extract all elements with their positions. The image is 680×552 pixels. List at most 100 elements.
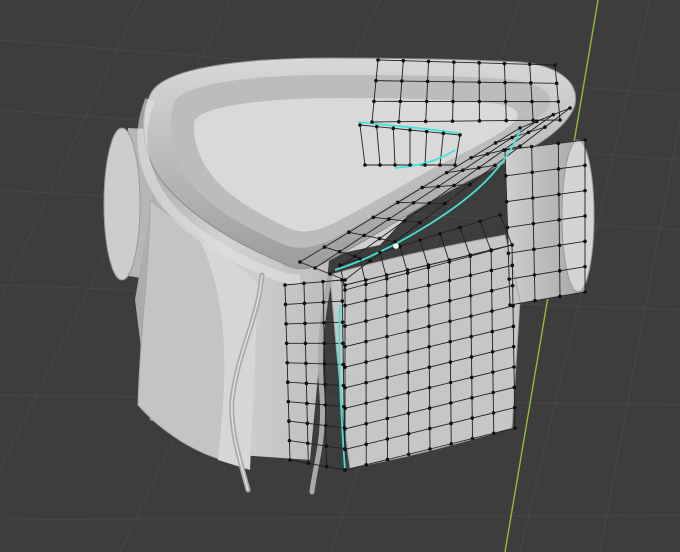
vertex-dot-icon: [468, 182, 472, 187]
vertex-dot-icon: [557, 243, 562, 248]
vertex-dot-icon: [424, 129, 429, 134]
vertex-dot-icon: [287, 438, 292, 443]
vertex-dot-icon: [364, 319, 368, 323]
vertex-dot-icon: [583, 290, 587, 294]
vertex-dot-icon: [469, 355, 474, 359]
vertex-dot-icon: [441, 131, 446, 136]
vertex-dot-icon: [557, 269, 562, 273]
vertex-dot-icon: [438, 163, 442, 167]
vertex-dot-icon: [447, 260, 452, 264]
active-vertex-icon[interactable]: [393, 243, 399, 249]
vertex-dot-icon: [374, 124, 379, 129]
vertex-dot-icon: [557, 192, 561, 197]
vertex-dot-icon: [321, 279, 325, 284]
vertex-dot-icon: [532, 273, 537, 277]
vertex-dot-icon: [426, 283, 431, 288]
vertex-dot-icon: [443, 201, 447, 206]
vertex-dot-icon: [512, 365, 516, 369]
vertex-dot-icon: [511, 344, 516, 349]
vertex-dot-icon: [305, 421, 310, 426]
vertex-dot-icon: [558, 118, 562, 122]
vertex-dot-icon: [428, 447, 432, 451]
vertex-dot-icon: [426, 265, 431, 270]
vertex-dot-icon: [425, 79, 430, 84]
vertex-dot-icon: [283, 283, 287, 287]
vertex-dot-icon: [302, 281, 306, 286]
vertex-dot-icon: [418, 220, 422, 225]
vertex-dot-icon: [477, 165, 481, 170]
vertex-dot-icon: [405, 271, 410, 275]
vertex-dot-icon: [285, 360, 290, 365]
vertex-dot-icon: [347, 230, 351, 235]
vertex-dot-icon: [420, 185, 425, 190]
vertex-dot-icon: [554, 81, 559, 86]
vertex-dot-icon: [353, 254, 357, 259]
vertex-dot-icon: [406, 431, 411, 436]
vertex-dot-icon: [284, 341, 289, 346]
vertex-dot-icon: [583, 239, 587, 244]
vertex-dot-icon: [385, 334, 389, 339]
vertex-dot-icon: [306, 441, 310, 446]
vertex-dot-icon: [364, 298, 368, 303]
vertex-dot-icon: [469, 155, 473, 160]
vertex-dot-icon: [284, 322, 288, 326]
vertex-dot-icon: [526, 130, 531, 135]
vertex-dot-icon: [568, 106, 572, 110]
vertex-dot-icon: [343, 468, 347, 472]
vertex-dot-icon: [324, 423, 328, 428]
vertex-dot-icon: [450, 119, 455, 123]
vertex-dot-icon: [385, 314, 389, 318]
vertex-dot-icon: [449, 401, 453, 405]
vertex-dot-icon: [529, 144, 534, 149]
vertex-dot-icon: [504, 118, 509, 123]
vertex-dot-icon: [583, 264, 587, 269]
vertex-dot-icon: [378, 250, 382, 255]
vertex-dot-icon: [323, 382, 327, 387]
vertex-dot-icon: [343, 283, 347, 287]
vertex-dot-icon: [451, 80, 456, 84]
vertex-dot-icon: [364, 462, 369, 467]
vertex-dot-icon: [397, 119, 401, 124]
vertex-dot-icon: [469, 375, 474, 380]
vertex-dot-icon: [343, 344, 347, 349]
vertex-dot-icon: [470, 395, 474, 400]
viewport-scene[interactable]: [0, 0, 680, 552]
vertex-dot-icon: [324, 464, 329, 469]
vertex-dot-icon: [489, 248, 493, 253]
vertex-dot-icon: [398, 99, 403, 104]
vertex-dot-icon: [427, 324, 431, 329]
vertex-dot-icon: [427, 304, 431, 308]
vertex-dot-icon: [395, 200, 400, 205]
vertex-dot-icon: [508, 303, 512, 307]
vertex-dot-icon: [556, 141, 561, 146]
3d-viewport[interactable]: [0, 0, 680, 552]
vertex-dot-icon: [321, 300, 326, 305]
vertex-dot-icon: [477, 80, 482, 84]
vertex-dot-icon: [513, 426, 517, 430]
vertex-dot-icon: [385, 396, 390, 400]
vertex-dot-icon: [504, 199, 509, 204]
vertex-dot-icon: [470, 436, 475, 441]
vertex-dot-icon: [364, 278, 368, 282]
vertex-dot-icon: [342, 425, 347, 430]
vertex-dot-icon: [371, 215, 376, 220]
vertex-dot-icon: [408, 128, 412, 132]
vertex-dot-icon: [303, 321, 307, 326]
vertex-dot-icon: [341, 341, 345, 346]
vertex-dot-icon: [313, 266, 317, 270]
vertex-dot-icon: [438, 231, 442, 236]
vertex-dot-icon: [533, 298, 537, 303]
vertex-dot-icon: [493, 141, 498, 145]
vertex-dot-icon: [478, 219, 482, 224]
vertex-dot-icon: [510, 135, 514, 140]
vertex-dot-icon: [518, 126, 522, 130]
vertex-dot-icon: [477, 119, 482, 123]
vertex-dot-icon: [343, 288, 347, 292]
vertex-dot-icon: [469, 314, 473, 318]
vertex-dot-icon: [511, 324, 516, 329]
vertex-dot-icon: [405, 288, 410, 293]
vertex-dot-icon: [302, 301, 307, 306]
right-sleeve: [504, 139, 595, 306]
vertex-dot-icon: [458, 225, 462, 230]
vertex-dot-icon: [489, 288, 494, 293]
